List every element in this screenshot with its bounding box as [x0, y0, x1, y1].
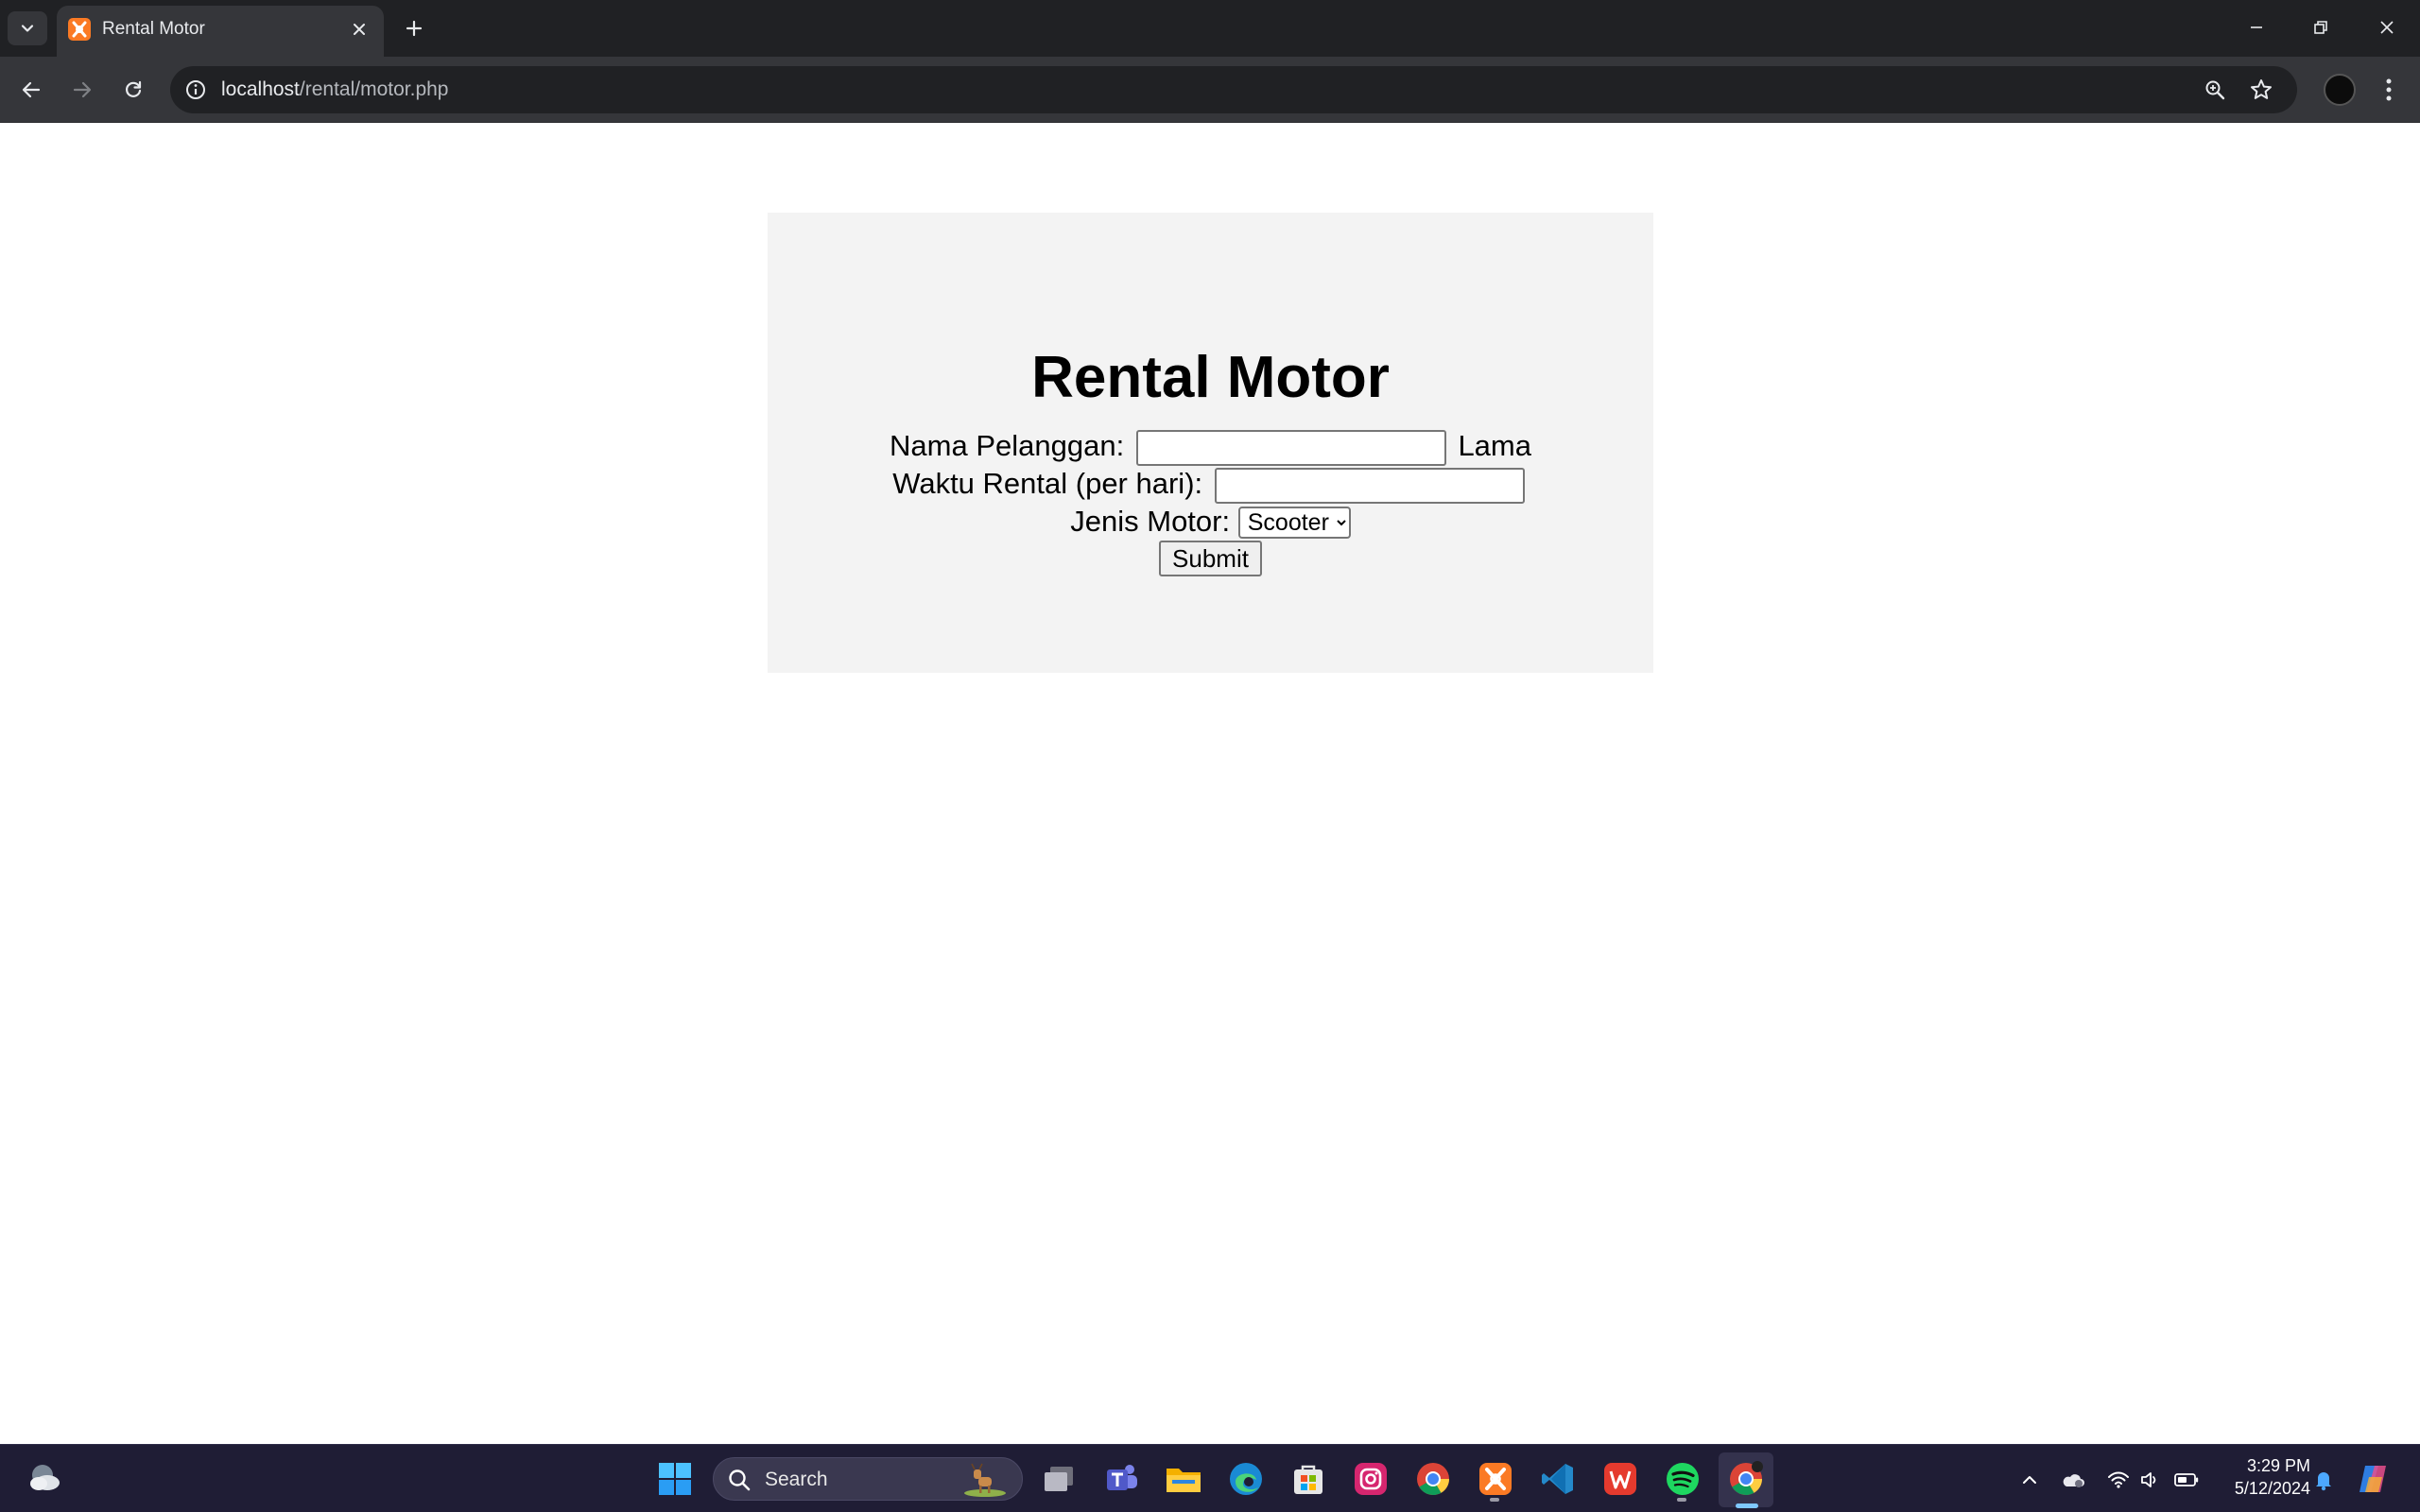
clock-time: 3:29 PM	[2246, 1456, 2310, 1475]
system-clock[interactable]: 3:29 PM 5/12/2024	[2210, 1454, 2310, 1500]
tab-title: Rental Motor	[102, 19, 205, 39]
profile-avatar[interactable]	[2324, 74, 2356, 106]
weather-icon[interactable]	[26, 1462, 62, 1494]
chrome-app-button[interactable]	[1412, 1458, 1454, 1500]
task-view-icon	[1045, 1467, 1073, 1491]
back-button[interactable]	[11, 70, 51, 110]
show-hidden-icons-button[interactable]	[2017, 1468, 2042, 1492]
tab-search-button[interactable]	[8, 11, 47, 45]
window-restore-button[interactable]	[2291, 6, 2350, 49]
jenis-motor-label: Jenis Motor:	[1070, 504, 1231, 538]
onedrive-icon[interactable]	[2061, 1468, 2085, 1492]
wifi-icon[interactable]	[2106, 1468, 2131, 1492]
taskbar-search-box[interactable]: Search	[713, 1457, 1023, 1501]
window-close-button[interactable]	[2358, 6, 2416, 49]
lama-waktu-input[interactable]	[1214, 467, 1525, 504]
restore-icon	[2314, 21, 2327, 34]
wps-office-app-button[interactable]	[1599, 1458, 1641, 1500]
tab-strip: Rental Motor	[0, 0, 2420, 57]
url-path: /rental/motor.php	[299, 78, 449, 100]
clock-date: 5/12/2024	[2234, 1479, 2310, 1498]
folder-icon	[1167, 1469, 1201, 1492]
nama-pelanggan-label: Nama Pelanggan:	[890, 429, 1125, 462]
url-text[interactable]: localhost/rental/motor.php	[221, 78, 448, 101]
star-icon[interactable]	[2248, 77, 2274, 103]
page-viewport: Rental Motor Nama Pelanggan: Lama Waktu …	[0, 124, 2420, 1444]
plus-icon	[406, 20, 423, 37]
chrome-active-indicator	[1736, 1503, 1758, 1508]
store-icon	[1294, 1465, 1322, 1494]
battery-icon[interactable]	[2174, 1468, 2199, 1492]
xampp-app-button[interactable]	[1475, 1458, 1516, 1500]
submit-button[interactable]: Submit	[1159, 541, 1262, 577]
chevron-down-icon	[21, 25, 34, 32]
spotify-app-button[interactable]	[1662, 1458, 1703, 1500]
file-explorer-button[interactable]	[1163, 1458, 1204, 1500]
arrow-left-icon	[22, 81, 41, 98]
browser-toolbar: localhost/rental/motor.php	[0, 57, 2420, 123]
zoom-icon[interactable]	[2203, 77, 2227, 102]
volume-icon[interactable]	[2138, 1468, 2163, 1492]
vscode-icon	[1542, 1464, 1573, 1494]
chrome-icon	[1417, 1463, 1449, 1495]
address-bar[interactable]: localhost/rental/motor.php	[170, 66, 2297, 113]
reload-button[interactable]	[113, 70, 153, 110]
arrow-right-icon	[73, 81, 92, 98]
rental-form-card: Rental Motor Nama Pelanggan: Lama Waktu …	[768, 213, 1653, 673]
deer-icon	[964, 1463, 1006, 1497]
tab-close-button[interactable]	[346, 16, 372, 43]
teams-app-button[interactable]	[1100, 1458, 1142, 1500]
info-icon[interactable]	[183, 77, 208, 102]
instagram-app-button[interactable]	[1350, 1458, 1392, 1500]
chevron-up-icon	[2023, 1476, 2036, 1484]
search-icon	[729, 1469, 751, 1491]
edge-icon	[1230, 1463, 1262, 1495]
teams-icon	[1107, 1465, 1137, 1490]
xampp-icon	[1479, 1463, 1512, 1495]
xampp-running-indicator	[1490, 1498, 1499, 1502]
jenis-motor-select[interactable]: Scooter	[1237, 507, 1351, 540]
chrome-icon	[1730, 1461, 1763, 1495]
more-vertical-icon	[2386, 78, 2392, 101]
tab-rental-motor[interactable]: Rental Motor	[57, 6, 384, 57]
microsoft-store-button[interactable]	[1288, 1458, 1329, 1500]
notification-bell-icon[interactable]	[2311, 1468, 2336, 1492]
xampp-favicon-icon	[68, 18, 91, 41]
url-host: localhost	[221, 78, 300, 100]
rental-form: Nama Pelanggan: Lama Waktu Rental (per h…	[890, 428, 1532, 577]
new-tab-button[interactable]	[397, 11, 431, 45]
spotify-icon	[1667, 1463, 1699, 1495]
vscode-app-button[interactable]	[1537, 1458, 1579, 1500]
task-view-button[interactable]	[1038, 1458, 1080, 1500]
close-icon	[2380, 21, 2394, 34]
chrome-active-app-button[interactable]	[1725, 1458, 1767, 1500]
instagram-icon	[1355, 1463, 1387, 1495]
page-title: Rental Motor	[1031, 345, 1390, 410]
windows-taskbar: Search 3:29 PM 5/12/2024	[0, 1444, 2420, 1512]
nama-pelanggan-input[interactable]	[1135, 429, 1446, 466]
windows-logo-icon	[659, 1463, 691, 1495]
window-minimize-button[interactable]	[2227, 6, 2286, 49]
forward-button[interactable]	[62, 70, 102, 110]
copilot-icon[interactable]	[2354, 1460, 2392, 1498]
taskbar-search-label: Search	[765, 1469, 828, 1490]
wps-icon	[1604, 1463, 1636, 1495]
minimize-icon	[2251, 26, 2262, 28]
spotify-running-indicator	[1677, 1498, 1686, 1502]
edge-app-button[interactable]	[1225, 1458, 1267, 1500]
start-button[interactable]	[654, 1458, 696, 1500]
more-menu-button[interactable]	[2375, 72, 2403, 108]
close-icon	[354, 24, 365, 35]
reload-icon	[126, 80, 142, 97]
